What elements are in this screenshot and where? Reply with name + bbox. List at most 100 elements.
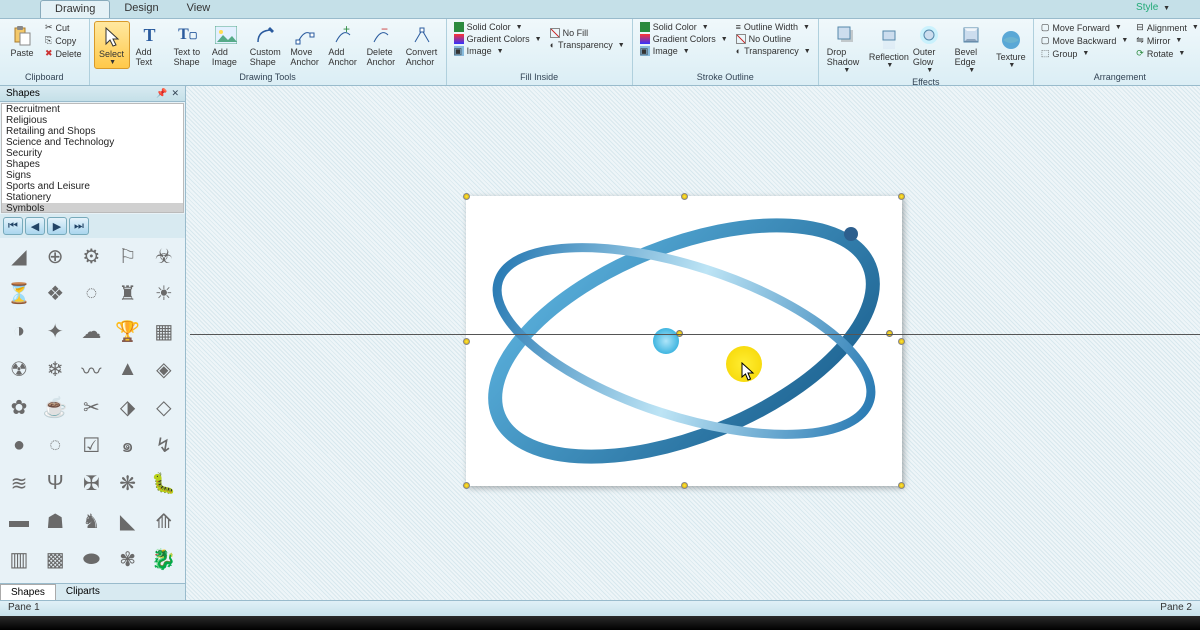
symbol-icon[interactable]: ♞ xyxy=(76,507,106,535)
stroke-solid-button[interactable]: Solid Color▼ xyxy=(637,21,731,33)
symbol-icon[interactable]: ▦ xyxy=(149,318,179,346)
cat-item[interactable]: Shapes xyxy=(2,159,183,170)
symbol-icon[interactable]: 🏆 xyxy=(113,318,143,346)
symbol-icon[interactable]: ◢ xyxy=(4,242,34,270)
stroke-image-button[interactable]: ▣Image▼ xyxy=(637,45,731,57)
add-text-button[interactable]: TAdd Text xyxy=(132,21,168,69)
move-backward-button[interactable]: ▢Move Backward▼ xyxy=(1038,34,1131,47)
add-image-button[interactable]: Add Image xyxy=(208,21,244,69)
cat-item[interactable]: Science and Technology xyxy=(2,137,183,148)
symbol-icon[interactable]: ◌ xyxy=(76,280,106,308)
cat-item[interactable]: Signs xyxy=(2,170,183,181)
symbol-icon[interactable]: ✦ xyxy=(40,318,70,346)
drop-shadow-button[interactable]: Drop Shadow▼ xyxy=(823,21,869,76)
symbol-icon[interactable]: Ψ xyxy=(40,469,70,497)
symbol-icon[interactable]: 🐛 xyxy=(149,469,179,497)
symbol-icon[interactable]: ❖ xyxy=(40,280,70,308)
tab-view[interactable]: View xyxy=(173,0,225,18)
cat-item[interactable]: Religious xyxy=(2,115,183,126)
fill-solid-button[interactable]: Solid Color▼ xyxy=(451,21,545,33)
canvas[interactable] xyxy=(186,86,1200,600)
symbol-icon[interactable]: ✠ xyxy=(76,469,106,497)
symbol-icon[interactable]: ⚐ xyxy=(113,242,143,270)
symbol-icon[interactable]: ✂ xyxy=(76,394,106,422)
symbol-icon[interactable]: ▲ xyxy=(113,356,143,384)
move-anchor-button[interactable]: Move Anchor xyxy=(287,21,323,69)
symbol-icon[interactable]: ✿ xyxy=(4,394,34,422)
tab-drawing[interactable]: Drawing xyxy=(40,0,110,18)
nav-first-button[interactable]: ⏮ xyxy=(3,217,23,235)
text-to-shape-button[interactable]: T▢Text to Shape xyxy=(170,21,206,69)
symbol-icon[interactable]: ▥ xyxy=(4,545,34,573)
alignment-button[interactable]: ⊟Alignment▼ xyxy=(1133,21,1200,34)
resize-handle[interactable] xyxy=(463,338,470,345)
add-anchor-button[interactable]: +Add Anchor xyxy=(325,21,361,69)
panel-tab-shapes[interactable]: Shapes xyxy=(0,584,56,600)
symbol-icon[interactable]: ☀ xyxy=(149,280,179,308)
symbol-icon[interactable]: ☣ xyxy=(149,242,179,270)
cut-button[interactable]: ✂Cut xyxy=(42,21,85,34)
symbol-icon[interactable]: ❋ xyxy=(113,469,143,497)
symbol-icon[interactable]: ✾ xyxy=(113,545,143,573)
cat-item[interactable]: Sports and Leisure xyxy=(2,181,183,192)
fill-gradient-button[interactable]: Gradient Colors▼ xyxy=(451,33,545,45)
symbol-icon[interactable]: ⬗ xyxy=(113,394,143,422)
convert-anchor-button[interactable]: Convert Anchor xyxy=(402,21,442,69)
symbol-icon[interactable]: ☕ xyxy=(40,394,70,422)
mirror-button[interactable]: ⇋Mirror▼ xyxy=(1133,34,1200,47)
category-list[interactable]: Recruitment Religious Retailing and Shop… xyxy=(1,103,184,213)
panel-close-icon[interactable]: ✕ xyxy=(171,88,179,99)
style-label[interactable]: Style ▼ xyxy=(1136,2,1170,13)
resize-handle[interactable] xyxy=(898,193,905,200)
cat-item-selected[interactable]: Symbols xyxy=(2,203,183,213)
drawing-object[interactable] xyxy=(466,196,902,486)
symbol-icon[interactable]: ⚙ xyxy=(76,242,106,270)
cat-item[interactable]: Recruitment xyxy=(2,104,183,115)
stroke-transparency-button[interactable]: ◐Transparency▼ xyxy=(733,45,814,57)
symbol-icon[interactable]: ◈ xyxy=(149,356,179,384)
symbol-icon[interactable]: ▬ xyxy=(4,507,34,535)
symbol-icon[interactable]: ≋ xyxy=(4,469,34,497)
symbol-icon[interactable]: 〰 xyxy=(76,356,106,384)
no-outline-button[interactable]: No Outline xyxy=(733,33,814,45)
nav-prev-button[interactable]: ◀ xyxy=(25,217,45,235)
resize-handle[interactable] xyxy=(898,338,905,345)
symbol-icon[interactable]: ● xyxy=(4,431,34,459)
resize-handle[interactable] xyxy=(898,482,905,489)
delete-button[interactable]: ✖Delete xyxy=(42,47,85,60)
fill-image-button[interactable]: ▣Image▼ xyxy=(451,45,545,57)
symbol-icon[interactable]: ☢ xyxy=(4,356,34,384)
stroke-gradient-button[interactable]: Gradient Colors▼ xyxy=(637,33,731,45)
custom-shape-button[interactable]: Custom Shape xyxy=(246,21,285,69)
symbol-icon[interactable]: ๑ xyxy=(113,431,143,459)
symbol-icon[interactable]: ⊕ xyxy=(40,242,70,270)
reflection-button[interactable]: Reflection▼ xyxy=(871,21,907,76)
symbol-icon[interactable]: ☑ xyxy=(76,431,106,459)
tab-design[interactable]: Design xyxy=(110,0,172,18)
outer-glow-button[interactable]: Outer Glow▼ xyxy=(909,21,949,76)
delete-anchor-button[interactable]: −Delete Anchor xyxy=(363,21,400,69)
symbol-icon[interactable]: 🐉 xyxy=(149,545,179,573)
symbol-icon[interactable]: ◌ xyxy=(40,431,70,459)
copy-button[interactable]: ⎘Copy xyxy=(42,34,85,47)
symbol-icon[interactable]: ◣ xyxy=(113,507,143,535)
cat-item[interactable]: Security xyxy=(2,148,183,159)
texture-button[interactable]: Texture▼ xyxy=(993,21,1029,76)
nav-next-button[interactable]: ▶ xyxy=(47,217,67,235)
symbol-icon[interactable]: ♜ xyxy=(113,280,143,308)
move-forward-button[interactable]: ▢Move Forward▼ xyxy=(1038,21,1131,34)
symbol-icon[interactable]: ↯ xyxy=(149,431,179,459)
symbol-icon[interactable]: ⬬ xyxy=(76,545,106,573)
nav-last-button[interactable]: ⏭ xyxy=(69,217,89,235)
panel-pin-icon[interactable]: 📌 xyxy=(156,88,167,99)
symbol-icon[interactable]: ◑ xyxy=(4,318,34,346)
fill-transparency-button[interactable]: ◐Transparency▼ xyxy=(547,39,628,51)
symbol-icon[interactable]: ☁ xyxy=(76,318,106,346)
symbol-icon[interactable]: ⏳ xyxy=(4,280,34,308)
symbol-icon[interactable]: ❄ xyxy=(40,356,70,384)
outline-width-button[interactable]: ≡Outline Width▼ xyxy=(733,21,814,33)
rotate-button[interactable]: ⟳Rotate▼ xyxy=(1133,47,1200,60)
bevel-button[interactable]: Bevel Edge▼ xyxy=(951,21,991,76)
panel-tab-cliparts[interactable]: Cliparts xyxy=(56,584,110,600)
resize-handle[interactable] xyxy=(681,193,688,200)
